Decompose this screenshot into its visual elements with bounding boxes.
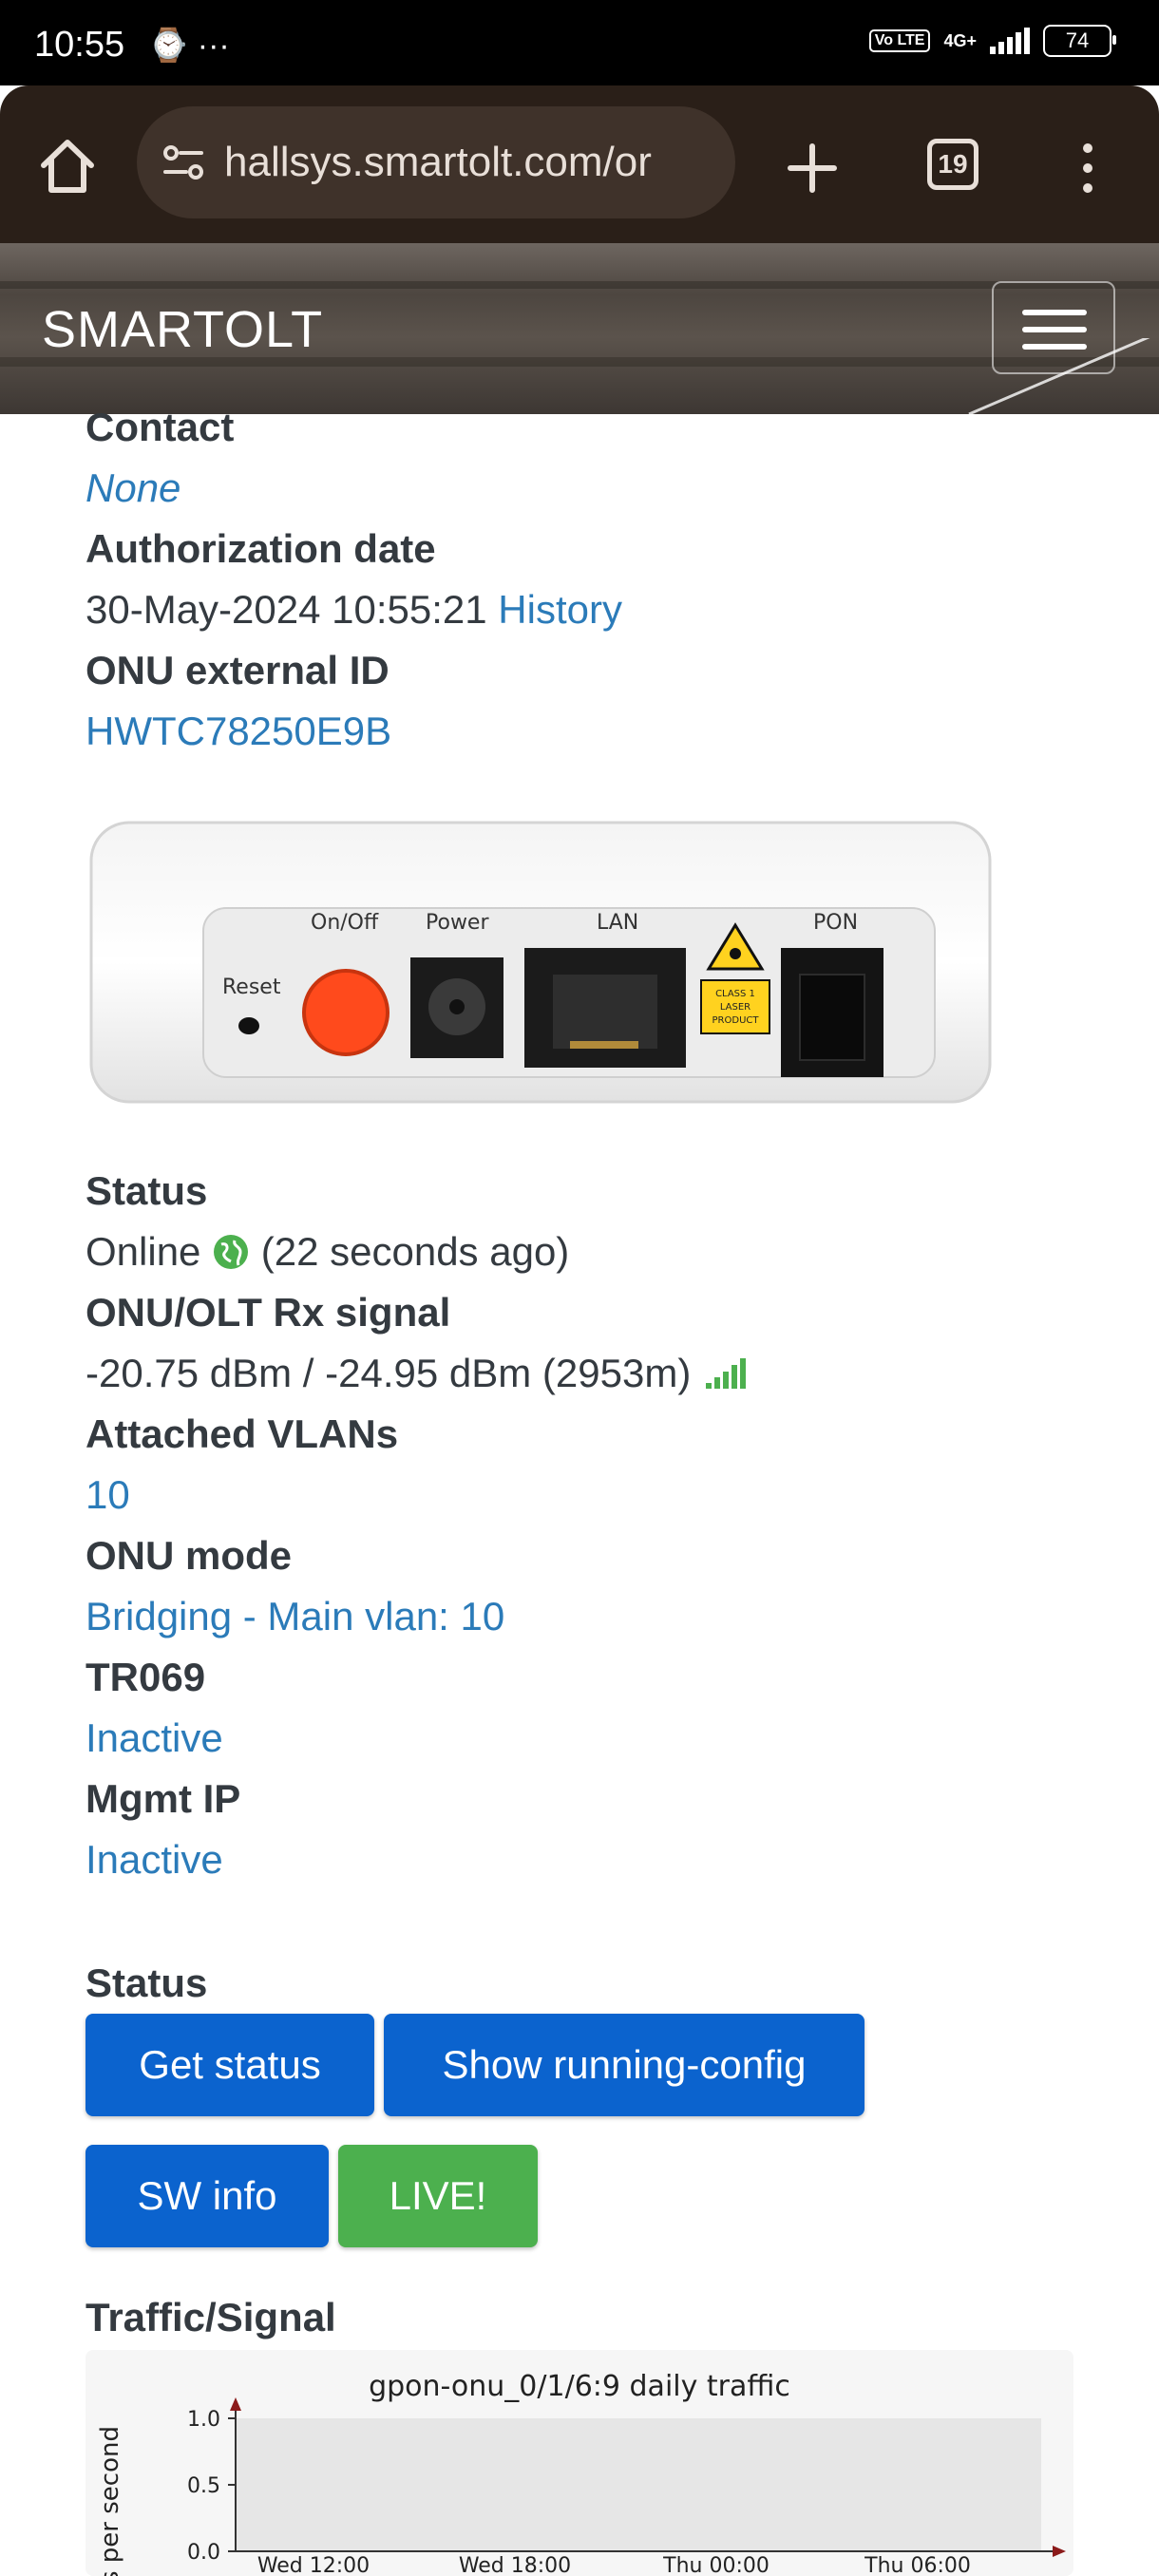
url-text[interactable]: hallsys.smartolt.com/or [224,139,718,186]
status-value: Online [86,1229,201,1274]
mgmt-ip-label: Mgmt IP [86,1776,241,1821]
laser-line-3: PRODUCT [712,1015,760,1026]
actions-section-label: Status [86,1960,208,2005]
laser-line-2: LASER [720,1002,750,1013]
address-bar[interactable]: hallsys.smartolt.com/or [137,106,735,218]
lan-text: LAN [597,911,638,935]
chart-plot-area [236,2418,1041,2551]
status-row: Online (22 seconds ago) [86,1222,1092,1282]
volte-icon: Vo LTE [868,29,931,52]
onu-details-status: Status Online (22 seconds ago) ONU/OLT R… [86,1161,1092,1890]
auth-date-value: 30-May-2024 10:55:21 [86,587,487,632]
status-time-ago: (22 seconds ago) [260,1229,570,1274]
vlans-label: Attached VLANs [86,1411,399,1456]
chart-y-tick-label: 0.0 [187,2541,220,2565]
get-status-button[interactable]: Get status [86,2014,374,2116]
signal-row: -20.75 dBm / -24.95 dBm (2953m) [86,1343,1092,1404]
system-status-bar: 10:55 ⌚ ··· Vo LTE 4G+ 74 [0,0,1159,85]
battery-level: 74 [1065,28,1090,52]
site-settings-icon[interactable] [160,139,207,186]
contact-value[interactable]: None [86,458,1092,519]
onu-mode-label: ONU mode [86,1533,293,1578]
tr069-value[interactable]: Inactive [86,1708,1092,1769]
live-button[interactable]: LIVE! [338,2145,538,2247]
signal-value: -20.75 dBm / -24.95 dBm (2953m) [86,1351,692,1395]
reset-text: Reset [222,975,281,999]
onu-details-top: Contact None Authorization date 30-May-2… [86,397,1092,762]
auth-date-row: 30-May-2024 10:55:21 History [86,579,1092,640]
chart-title: gpon-onu_0/1/6:9 daily traffic [369,2370,790,2403]
onoff-text: On/Off [311,911,379,935]
network-type: 4G+ [943,30,977,50]
site-navbar: SMARTOLT [0,243,1159,414]
chart-x-tick-label: Wed 12:00 [257,2554,370,2576]
more-menu-icon[interactable] [1074,135,1102,201]
mgmt-ip-value[interactable]: Inactive [86,1829,1092,1890]
signal-label: ONU/OLT Rx signal [86,1290,451,1335]
chart-x-tick-label: Wed 18:00 [459,2554,571,2576]
traffic-chart[interactable]: gpon-onu_0/1/6:9 daily traffic bits per s… [86,2350,1074,2576]
browser-toolbar: hallsys.smartolt.com/or 19 [0,85,1159,243]
chart-y-tick-label: 0.5 [187,2474,220,2498]
tab-count: 19 [938,149,968,179]
new-tab-icon[interactable] [779,135,846,201]
history-link[interactable]: History [498,587,622,632]
ext-id-value[interactable]: HWTC78250E9B [86,701,1092,762]
chart-x-tick-label: Thu 06:00 [864,2554,971,2576]
notification-icons: ⌚ ··· [148,28,230,64]
tr069-label: TR069 [86,1655,206,1699]
tab-switcher-button[interactable]: 19 [927,139,978,190]
power-text: Power [426,911,489,935]
online-globe-icon [214,1235,249,1269]
home-icon[interactable] [34,133,101,199]
clock: 10:55 [34,25,125,65]
signal-bars-icon [705,1358,746,1389]
status-label: Status [86,1168,208,1213]
battery-icon: 74 [1043,25,1116,57]
ext-id-label: ONU external ID [86,648,390,692]
sw-info-button[interactable]: SW info [86,2145,329,2247]
traffic-section-label: Traffic/Signal [86,2295,336,2339]
chart-x-tick-label: Thu 00:00 [662,2554,770,2576]
onu-device-image: Reset On/Off Power LAN CLASS 1 LASER PRO… [89,821,992,1104]
signal-strength-icon [990,28,1030,54]
show-running-config-button[interactable]: Show running-config [384,2014,864,2116]
contact-label: Contact [86,405,235,449]
navbar-toggle-button[interactable] [992,281,1115,374]
laser-line-1: CLASS 1 [715,989,755,999]
onu-mode-value[interactable]: Bridging - Main vlan: 10 [86,1586,1092,1647]
chart-y-axis-arrow [230,2397,241,2411]
auth-date-label: Authorization date [86,526,436,571]
chart-y-axis-label: bits per second [96,2426,124,2576]
traffic-chart-svg: gpon-onu_0/1/6:9 daily traffic bits per s… [96,2370,1066,2576]
brand-logo[interactable]: SMARTOLT [42,300,323,359]
pon-text: PON [813,911,858,935]
chart-y-tick-label: 1.0 [187,2408,220,2432]
chart-x-axis-arrow [1053,2546,1066,2557]
vlans-value[interactable]: 10 [86,1465,1092,1525]
